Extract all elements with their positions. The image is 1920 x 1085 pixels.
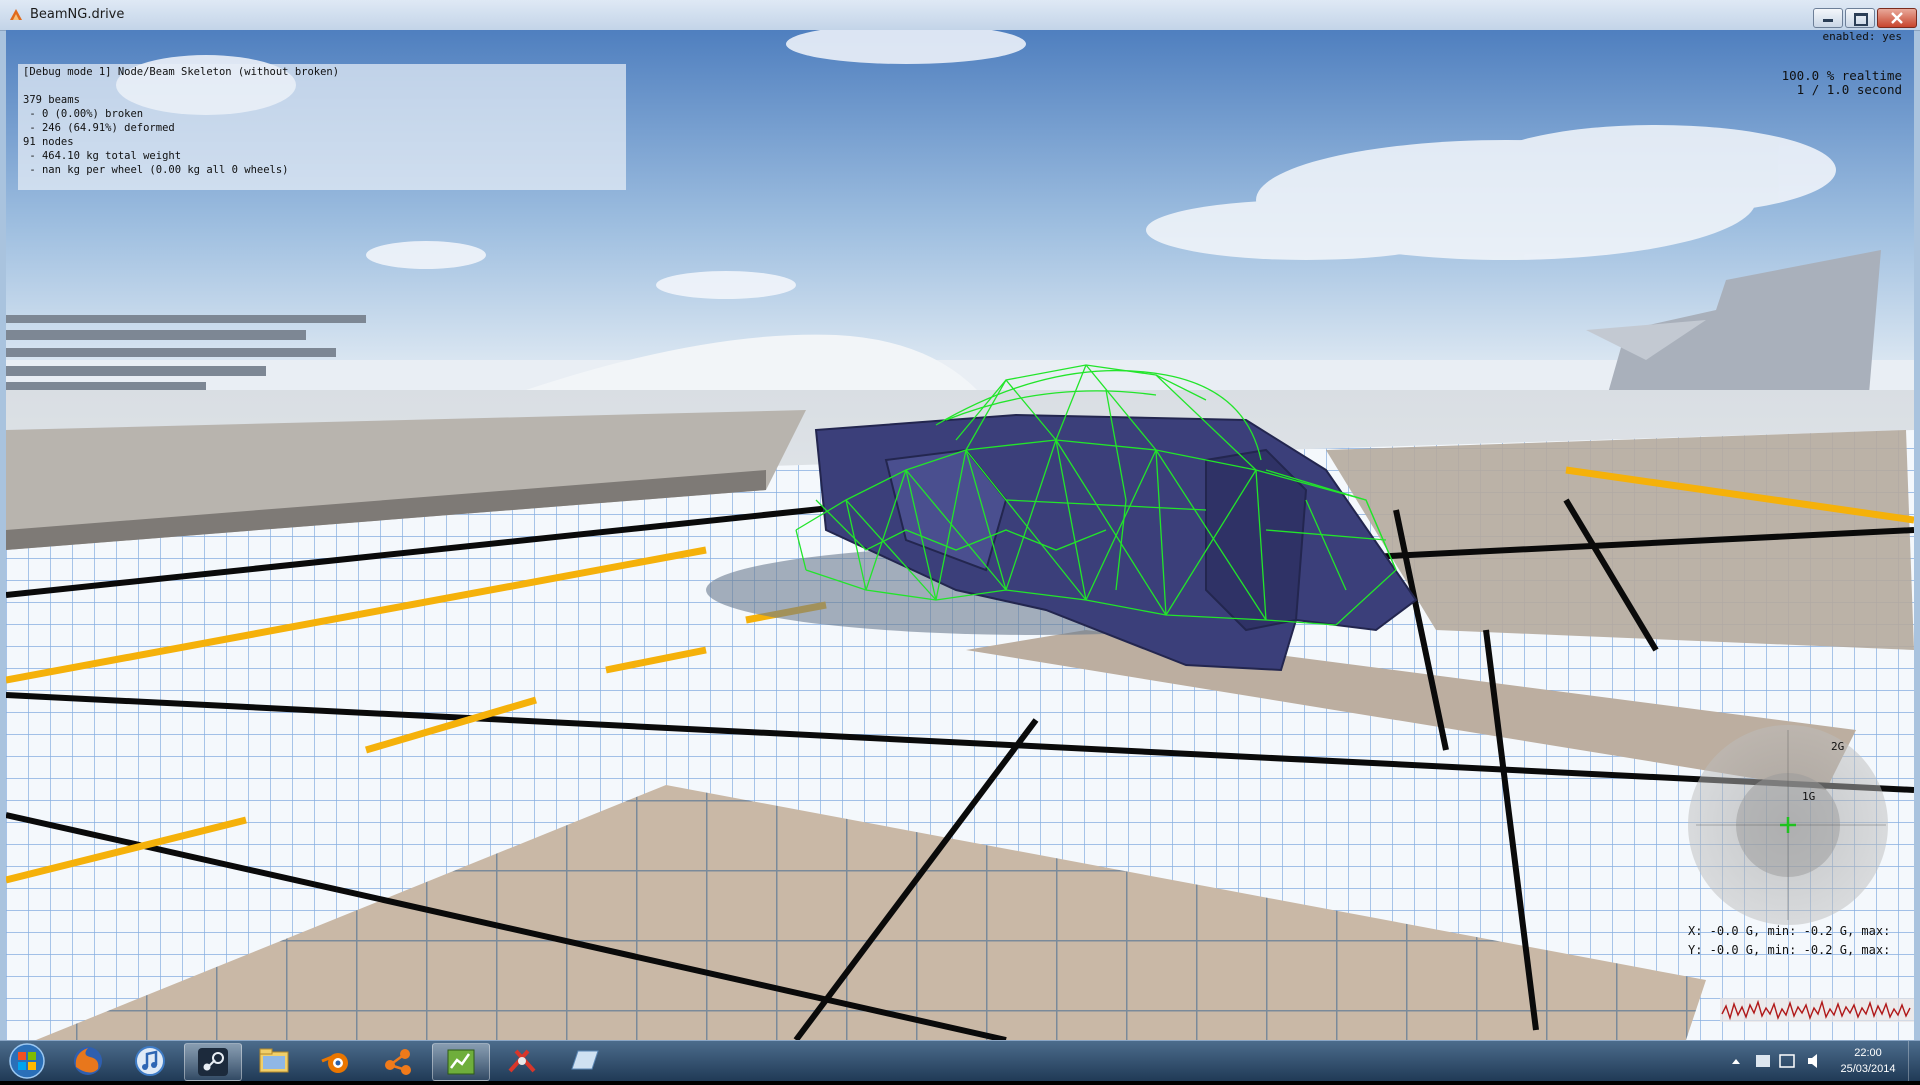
time-ratio: 1 / 1.0 second: [1796, 82, 1902, 97]
taskbar-blender[interactable]: [308, 1043, 364, 1079]
firefox-icon: [74, 1047, 102, 1075]
taskbar-firefox[interactable]: [60, 1043, 116, 1079]
taskbar-tool[interactable]: [494, 1043, 550, 1079]
beams-count: 379 beams: [23, 94, 80, 106]
action-center-icon: [1756, 1055, 1770, 1067]
performance-graph: [1720, 998, 1914, 1022]
taskbar-explorer[interactable]: [246, 1043, 302, 1079]
restore-icon: [1854, 13, 1868, 26]
clock-date[interactable]: 25/03/2014: [1830, 1063, 1906, 1075]
g-force-x-readout: X: -0.0 G, min: -0.2 G, max:: [1688, 924, 1891, 938]
network-icon: [1779, 1054, 1795, 1068]
spreadsheet-icon: [447, 1049, 475, 1075]
share-icon: [385, 1049, 411, 1075]
nodes-count: 91 nodes: [23, 136, 74, 148]
blender-icon: [321, 1053, 348, 1073]
enabled-status: enabled: yes: [1822, 30, 1902, 43]
taskbar-itunes[interactable]: [122, 1043, 178, 1079]
title-bar[interactable]: BeamNG.drive: [0, 0, 1920, 31]
close-icon: [1891, 12, 1903, 24]
g-ring-label-2g: 2G: [1831, 740, 1845, 753]
tool-icon: [508, 1049, 536, 1073]
volume-icon: [1808, 1054, 1817, 1068]
tray-expand-icon: [1732, 1059, 1740, 1064]
window-title: BeamNG.drive: [30, 7, 125, 22]
game-window: BeamNG.drive [Debug mode 1] Node/Beam Sk…: [0, 0, 1920, 1040]
g-force-meter: [1688, 725, 1888, 925]
debug-info-panel: [Debug mode 1] Node/Beam Skeleton (witho…: [18, 64, 626, 190]
taskbar: 22:00 25/03/2014: [0, 1040, 1920, 1081]
close-button[interactable]: [1877, 8, 1917, 28]
debug-mode-line: [Debug mode 1] Node/Beam Skeleton (witho…: [23, 66, 340, 78]
clock-time[interactable]: 22:00: [1830, 1047, 1906, 1059]
minimize-icon: [1823, 19, 1833, 22]
show-desktop-button[interactable]: [1908, 1041, 1920, 1081]
weight-per-wheel: - nan kg per wheel (0.00 kg all 0 wheels…: [23, 164, 289, 176]
game-viewport[interactable]: [Debug mode 1] Node/Beam Skeleton (witho…: [6, 30, 1914, 1040]
beams-broken: - 0 (0.00%) broken: [23, 108, 144, 120]
taskbar-steam[interactable]: [184, 1043, 242, 1081]
g-force-y-readout: Y: -0.0 G, min: -0.2 G, max:: [1688, 943, 1891, 957]
start-button[interactable]: [4, 1043, 50, 1079]
file-explorer-icon: [259, 1048, 289, 1073]
minimize-button[interactable]: [1813, 8, 1843, 28]
steam-icon: [198, 1048, 228, 1076]
beams-deformed: - 246 (64.91%) deformed: [23, 122, 175, 134]
taskbar-share-app[interactable]: [370, 1043, 426, 1079]
taskbar-spreadsheet[interactable]: [432, 1043, 490, 1081]
itunes-icon: [135, 1046, 165, 1076]
taskbar-notepad[interactable]: [556, 1043, 612, 1079]
beamng-icon: [10, 9, 22, 20]
maximize-button[interactable]: [1845, 8, 1875, 28]
notepad-icon: [571, 1050, 599, 1070]
total-weight: - 464.10 kg total weight: [23, 150, 182, 162]
start-orb: [9, 1043, 45, 1079]
g-ring-label-1g: 1G: [1802, 790, 1816, 803]
realtime-percent: 100.0 % realtime: [1781, 68, 1902, 83]
